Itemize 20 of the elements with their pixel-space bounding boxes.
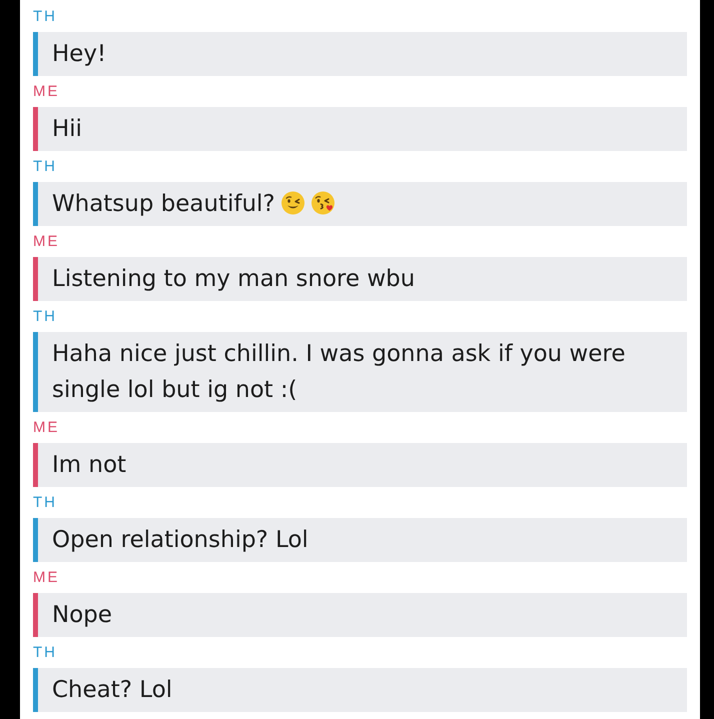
message-text: Listening to my man snore wbu bbox=[52, 266, 415, 292]
sender-label: ME bbox=[33, 232, 60, 250]
sender-label: TH bbox=[33, 308, 57, 326]
message-text: Whatsup beautiful? bbox=[52, 191, 276, 217]
message-text: Hii bbox=[52, 116, 82, 142]
message-text: Nope bbox=[52, 602, 112, 628]
message-text: Cheat? Lol bbox=[52, 677, 172, 703]
winking-face-icon bbox=[281, 191, 306, 215]
sender-label: TH bbox=[33, 644, 57, 662]
sender-label: TH bbox=[33, 158, 57, 176]
message-text: Hey! bbox=[52, 41, 106, 67]
sender-label: ME bbox=[33, 568, 60, 586]
message-text: Open relationship? Lol bbox=[52, 527, 308, 553]
message-text: Haha nice just chillin. I was gonna ask if you were single lol but ig not :( bbox=[52, 341, 626, 403]
sender-label: TH bbox=[33, 494, 57, 512]
sender-label: ME bbox=[33, 82, 60, 100]
sender-label: ME bbox=[33, 418, 60, 436]
message-text: Im not bbox=[52, 452, 126, 478]
sender-label: TH bbox=[33, 8, 57, 26]
kissing-face-icon bbox=[311, 191, 336, 215]
